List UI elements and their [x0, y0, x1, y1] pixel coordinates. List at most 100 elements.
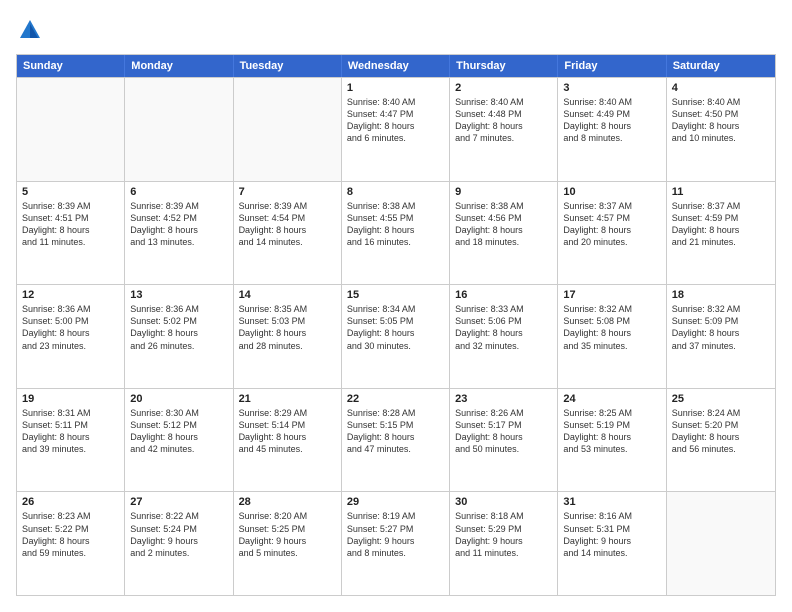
day-number: 27: [130, 496, 227, 508]
day-number: 12: [22, 289, 119, 301]
day-cell-15: 15 Sunrise: 8:34 AM Sunset: 5:05 PM Dayli…: [342, 285, 450, 388]
day-info: Sunrise: 8:30 AM Sunset: 5:12 PM Dayligh…: [130, 407, 227, 456]
day-info: Sunrise: 8:19 AM Sunset: 5:27 PM Dayligh…: [347, 510, 444, 559]
empty-cell-0-0: [17, 78, 125, 181]
day-info: Sunrise: 8:18 AM Sunset: 5:29 PM Dayligh…: [455, 510, 552, 559]
day-cell-4: 4 Sunrise: 8:40 AM Sunset: 4:50 PM Daylig…: [667, 78, 775, 181]
day-number: 16: [455, 289, 552, 301]
day-number: 17: [563, 289, 660, 301]
day-info: Sunrise: 8:38 AM Sunset: 4:56 PM Dayligh…: [455, 200, 552, 249]
day-number: 15: [347, 289, 444, 301]
day-info: Sunrise: 8:33 AM Sunset: 5:06 PM Dayligh…: [455, 303, 552, 352]
day-cell-20: 20Sunrise: 8:30 AM Sunset: 5:12 PM Dayli…: [125, 389, 233, 492]
empty-cell-0-2: [234, 78, 342, 181]
day-info: Sunrise: 8:39 AM Sunset: 4:52 PM Dayligh…: [130, 200, 227, 249]
day-number: 5: [22, 186, 119, 198]
day-cell-10: 10 Sunrise: 8:37 AM Sunset: 4:57 PM Dayli…: [558, 182, 666, 285]
day-number: 13: [130, 289, 227, 301]
day-number: 8: [347, 186, 444, 198]
day-number: 7: [239, 186, 336, 198]
day-number: 23: [455, 393, 552, 405]
day-cell-8: 8 Sunrise: 8:38 AM Sunset: 4:55 PM Daylig…: [342, 182, 450, 285]
day-cell-14: 14 Sunrise: 8:35 AM Sunset: 5:03 PM Dayli…: [234, 285, 342, 388]
day-info: Sunrise: 8:29 AM Sunset: 5:14 PM Dayligh…: [239, 407, 336, 456]
day-cell-9: 9 Sunrise: 8:38 AM Sunset: 4:56 PM Daylig…: [450, 182, 558, 285]
day-info: Sunrise: 8:28 AM Sunset: 5:15 PM Dayligh…: [347, 407, 444, 456]
day-cell-17: 17 Sunrise: 8:32 AM Sunset: 5:08 PM Dayli…: [558, 285, 666, 388]
day-cell-31: 31 Sunrise: 8:16 AM Sunset: 5:31 PM Dayli…: [558, 492, 666, 595]
logo-icon: [16, 16, 44, 44]
header-day-thursday: Thursday: [450, 55, 558, 77]
day-info: Sunrise: 8:40 AM Sunset: 4:50 PM Dayligh…: [672, 96, 770, 145]
day-number: 18: [672, 289, 770, 301]
day-cell-2: 2 Sunrise: 8:40 AM Sunset: 4:48 PM Daylig…: [450, 78, 558, 181]
day-info: Sunrise: 8:35 AM Sunset: 5:03 PM Dayligh…: [239, 303, 336, 352]
day-number: 9: [455, 186, 552, 198]
day-number: 26: [22, 496, 119, 508]
day-cell-26: 26 Sunrise: 8:23 AM Sunset: 5:22 PM Dayli…: [17, 492, 125, 595]
calendar-row-3: 19Sunrise: 8:31 AM Sunset: 5:11 PM Dayli…: [17, 388, 775, 492]
calendar-row-2: 12 Sunrise: 8:36 AM Sunset: 5:00 PM Dayli…: [17, 284, 775, 388]
day-number: 4: [672, 82, 770, 94]
day-number: 25: [672, 393, 770, 405]
day-cell-24: 24Sunrise: 8:25 AM Sunset: 5:19 PM Dayli…: [558, 389, 666, 492]
day-cell-12: 12 Sunrise: 8:36 AM Sunset: 5:00 PM Dayli…: [17, 285, 125, 388]
day-number: 28: [239, 496, 336, 508]
day-number: 10: [563, 186, 660, 198]
day-cell-27: 27 Sunrise: 8:22 AM Sunset: 5:24 PM Dayli…: [125, 492, 233, 595]
day-cell-23: 23 Sunrise: 8:26 AM Sunset: 5:17 PM Dayli…: [450, 389, 558, 492]
header-day-saturday: Saturday: [667, 55, 775, 77]
day-info: Sunrise: 8:36 AM Sunset: 5:00 PM Dayligh…: [22, 303, 119, 352]
day-info: Sunrise: 8:32 AM Sunset: 5:08 PM Dayligh…: [563, 303, 660, 352]
day-cell-7: 7Sunrise: 8:39 AM Sunset: 4:54 PM Daylig…: [234, 182, 342, 285]
day-cell-13: 13 Sunrise: 8:36 AM Sunset: 5:02 PM Dayli…: [125, 285, 233, 388]
day-info: Sunrise: 8:16 AM Sunset: 5:31 PM Dayligh…: [563, 510, 660, 559]
day-info: Sunrise: 8:40 AM Sunset: 4:47 PM Dayligh…: [347, 96, 444, 145]
day-cell-28: 28Sunrise: 8:20 AM Sunset: 5:25 PM Dayli…: [234, 492, 342, 595]
day-number: 11: [672, 186, 770, 198]
empty-cell-0-1: [125, 78, 233, 181]
day-info: Sunrise: 8:40 AM Sunset: 4:49 PM Dayligh…: [563, 96, 660, 145]
day-info: Sunrise: 8:37 AM Sunset: 4:59 PM Dayligh…: [672, 200, 770, 249]
day-number: 6: [130, 186, 227, 198]
day-info: Sunrise: 8:39 AM Sunset: 4:51 PM Dayligh…: [22, 200, 119, 249]
header-day-wednesday: Wednesday: [342, 55, 450, 77]
day-info: Sunrise: 8:34 AM Sunset: 5:05 PM Dayligh…: [347, 303, 444, 352]
day-number: 2: [455, 82, 552, 94]
calendar-row-0: 1Sunrise: 8:40 AM Sunset: 4:47 PM Daylig…: [17, 77, 775, 181]
header: [16, 16, 776, 44]
day-info: Sunrise: 8:36 AM Sunset: 5:02 PM Dayligh…: [130, 303, 227, 352]
day-info: Sunrise: 8:38 AM Sunset: 4:55 PM Dayligh…: [347, 200, 444, 249]
header-day-tuesday: Tuesday: [234, 55, 342, 77]
day-cell-11: 11 Sunrise: 8:37 AM Sunset: 4:59 PM Dayli…: [667, 182, 775, 285]
day-info: Sunrise: 8:23 AM Sunset: 5:22 PM Dayligh…: [22, 510, 119, 559]
day-number: 24: [563, 393, 660, 405]
day-number: 29: [347, 496, 444, 508]
day-cell-1: 1Sunrise: 8:40 AM Sunset: 4:47 PM Daylig…: [342, 78, 450, 181]
day-number: 31: [563, 496, 660, 508]
calendar: SundayMondayTuesdayWednesdayThursdayFrid…: [16, 54, 776, 596]
page: SundayMondayTuesdayWednesdayThursdayFrid…: [0, 0, 792, 612]
day-info: Sunrise: 8:32 AM Sunset: 5:09 PM Dayligh…: [672, 303, 770, 352]
day-cell-25: 25 Sunrise: 8:24 AM Sunset: 5:20 PM Dayli…: [667, 389, 775, 492]
header-day-monday: Monday: [125, 55, 233, 77]
day-cell-3: 3Sunrise: 8:40 AM Sunset: 4:49 PM Daylig…: [558, 78, 666, 181]
day-info: Sunrise: 8:22 AM Sunset: 5:24 PM Dayligh…: [130, 510, 227, 559]
day-info: Sunrise: 8:26 AM Sunset: 5:17 PM Dayligh…: [455, 407, 552, 456]
day-cell-21: 21Sunrise: 8:29 AM Sunset: 5:14 PM Dayli…: [234, 389, 342, 492]
header-day-friday: Friday: [558, 55, 666, 77]
logo: [16, 16, 48, 44]
day-cell-16: 16 Sunrise: 8:33 AM Sunset: 5:06 PM Dayli…: [450, 285, 558, 388]
day-info: Sunrise: 8:31 AM Sunset: 5:11 PM Dayligh…: [22, 407, 119, 456]
day-cell-30: 30Sunrise: 8:18 AM Sunset: 5:29 PM Dayli…: [450, 492, 558, 595]
day-info: Sunrise: 8:40 AM Sunset: 4:48 PM Dayligh…: [455, 96, 552, 145]
day-info: Sunrise: 8:37 AM Sunset: 4:57 PM Dayligh…: [563, 200, 660, 249]
day-cell-5: 5 Sunrise: 8:39 AM Sunset: 4:51 PM Daylig…: [17, 182, 125, 285]
day-info: Sunrise: 8:24 AM Sunset: 5:20 PM Dayligh…: [672, 407, 770, 456]
calendar-row-4: 26 Sunrise: 8:23 AM Sunset: 5:22 PM Dayli…: [17, 491, 775, 595]
empty-cell-4-6: [667, 492, 775, 595]
day-cell-6: 6 Sunrise: 8:39 AM Sunset: 4:52 PM Daylig…: [125, 182, 233, 285]
day-number: 14: [239, 289, 336, 301]
day-cell-18: 18 Sunrise: 8:32 AM Sunset: 5:09 PM Dayli…: [667, 285, 775, 388]
day-number: 22: [347, 393, 444, 405]
